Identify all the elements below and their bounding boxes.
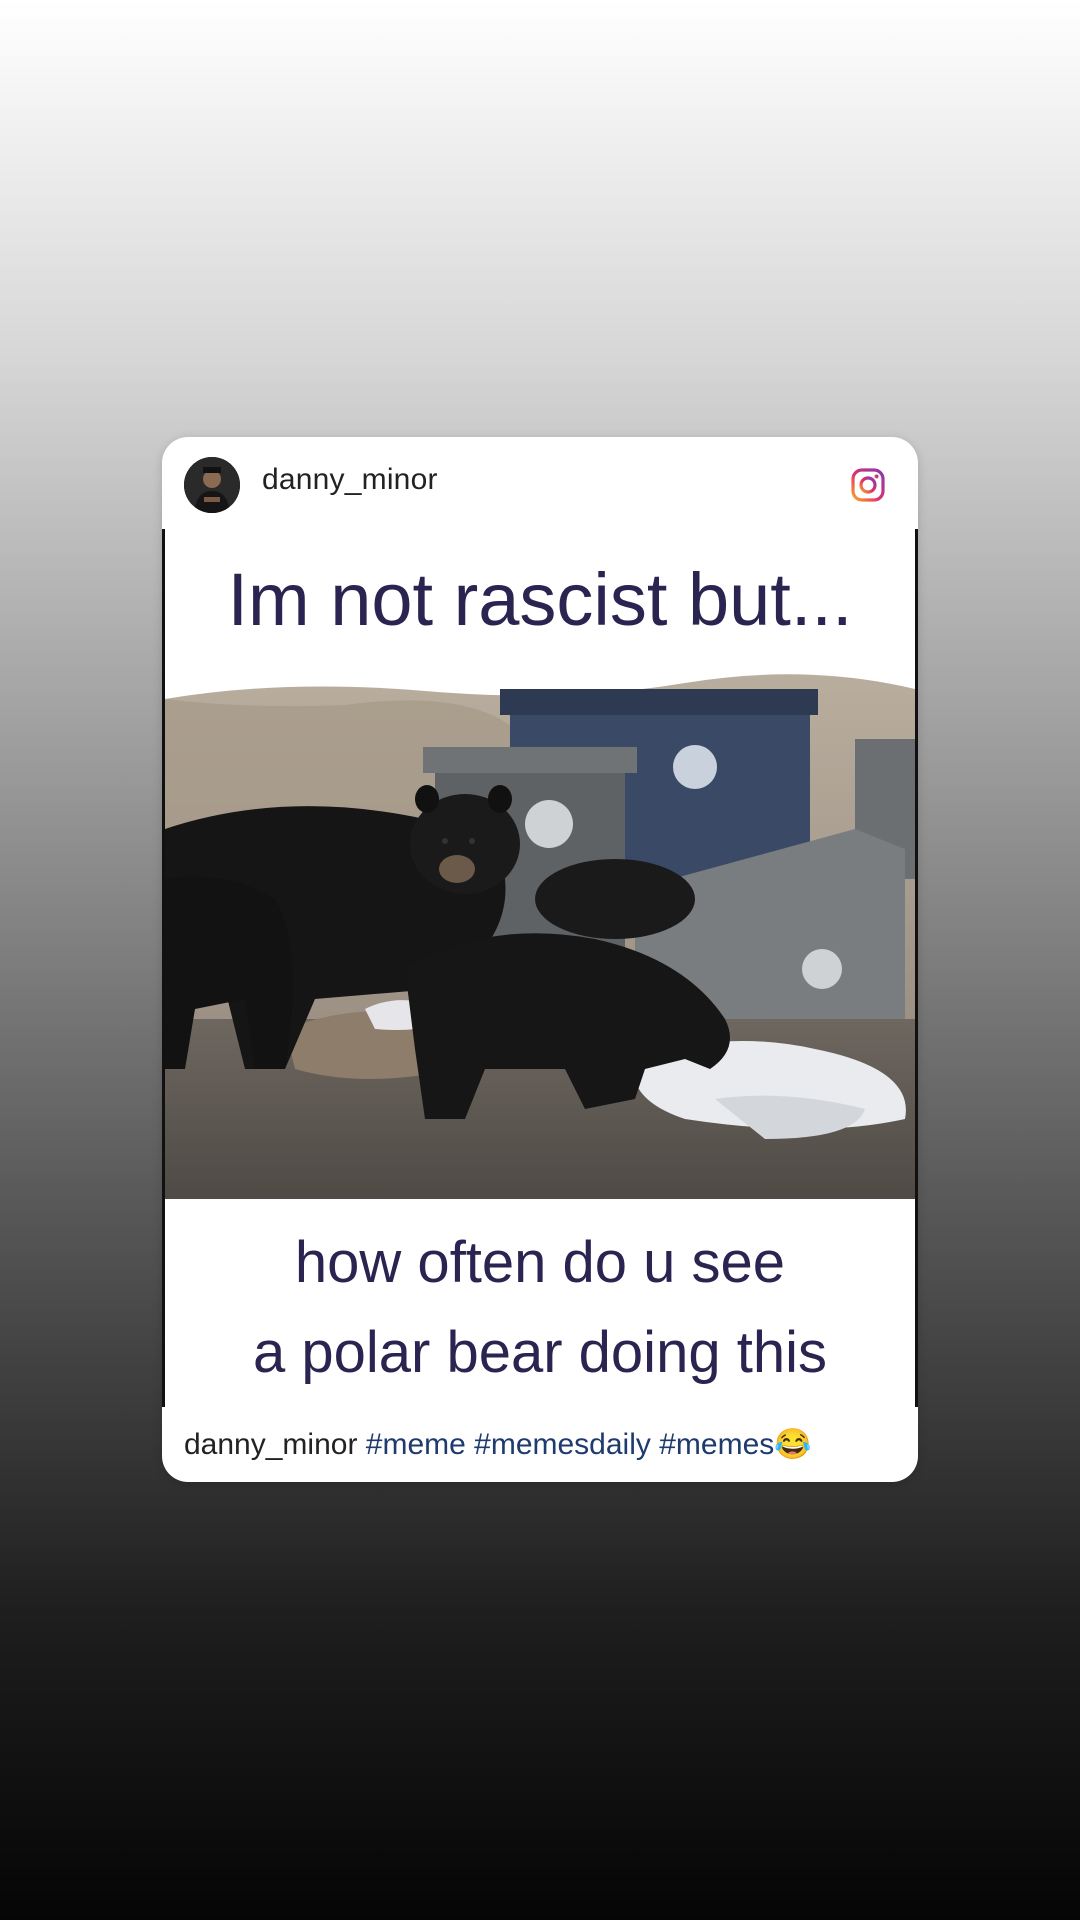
caption-username[interactable]: danny_minor (184, 1428, 357, 1461)
post-username[interactable]: danny_minor (262, 463, 438, 497)
avatar[interactable] (184, 457, 240, 513)
post-card: danny_minor Im not rascist but... how of… (162, 437, 918, 1482)
instagram-icon[interactable] (850, 467, 886, 503)
laughing-emoji-icon: 😂 (774, 1428, 812, 1461)
post-header: danny_minor (162, 437, 918, 529)
meme-bottom-text-line-1: how often do u see (294, 1230, 786, 1295)
bears-in-trash-photo (165, 674, 915, 1199)
meme-image: Im not rascist but... how often do u see… (162, 529, 918, 1407)
post-caption: danny_minor #meme #memesdaily #memes😂 (184, 1427, 812, 1462)
meme-bottom-text-line-2: a polar bear doing this (253, 1320, 827, 1385)
meme-top-text: Im not rascist but... (227, 558, 853, 641)
caption-hashtags[interactable]: #meme #memesdaily #memes (366, 1428, 774, 1461)
avatar-image (184, 457, 240, 513)
